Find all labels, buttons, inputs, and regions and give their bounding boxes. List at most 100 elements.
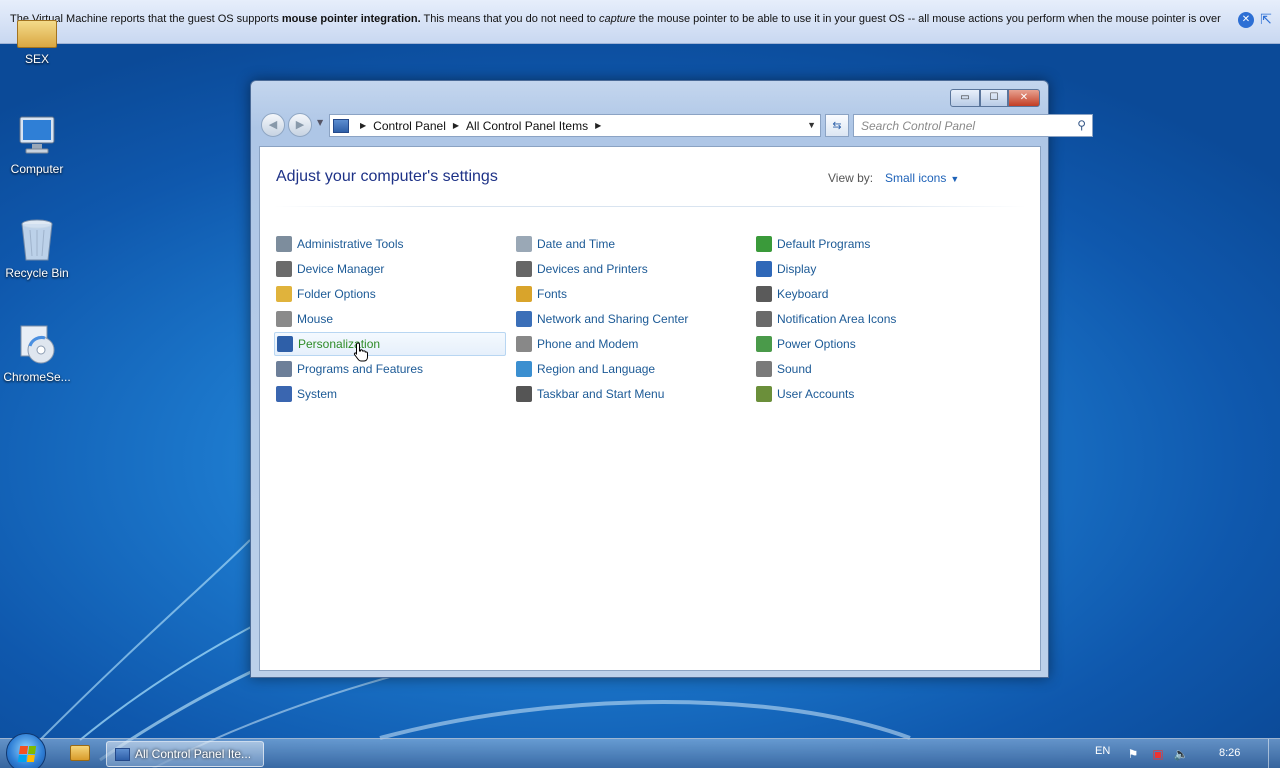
keyboard-icon — [756, 286, 772, 302]
view-by-dropdown[interactable]: Small icons ▼ — [885, 171, 959, 185]
control-panel-item[interactable]: Mouse — [274, 307, 506, 331]
control-panel-item[interactable]: System — [274, 382, 506, 406]
recycle-bin-icon — [15, 218, 59, 262]
folder-icon — [17, 20, 57, 48]
users-icon — [756, 386, 772, 402]
control-panel-item[interactable]: Keyboard — [754, 282, 986, 306]
breadcrumb-all-control-panel-items[interactable]: All Control Panel Items — [466, 119, 588, 133]
control-panel-item[interactable]: Display — [754, 257, 986, 281]
maximize-button[interactable]: ☐ — [980, 89, 1008, 107]
desktop-icon-computer[interactable]: Computer — [0, 114, 74, 176]
back-button[interactable]: ◀ — [261, 113, 285, 137]
divider — [274, 206, 1026, 207]
control-panel-item-label: Network and Sharing Center — [537, 312, 689, 326]
control-panel-item-label: Date and Time — [537, 237, 616, 251]
control-panel-item[interactable]: Programs and Features — [274, 357, 506, 381]
phone-icon — [516, 336, 532, 352]
notification-icon — [756, 311, 772, 327]
navigation-bar: ◀ ▶ ▼ ▶ Control Panel ▶ All Control Pane… — [259, 112, 1093, 138]
search-icon[interactable]: ⚲ — [1077, 118, 1086, 132]
control-panel-item[interactable]: User Accounts — [754, 382, 986, 406]
computer-icon — [15, 114, 59, 158]
recent-pages-dropdown-icon[interactable]: ▼ — [317, 118, 323, 127]
control-panel-item[interactable]: Devices and Printers — [514, 257, 746, 281]
control-panel-item[interactable]: Network and Sharing Center — [514, 307, 746, 331]
search-input[interactable]: Search Control Panel ⚲ — [853, 114, 1093, 137]
control-panel-item[interactable]: Personalization — [274, 332, 506, 356]
control-panel-item[interactable]: Default Programs — [754, 232, 986, 256]
control-panel-item[interactable]: Phone and Modem — [514, 332, 746, 356]
control-panel-item-label: System — [297, 387, 338, 401]
breadcrumb-separator-icon[interactable]: ▶ — [360, 121, 366, 130]
taskbar-item-control-panel[interactable]: All Control Panel Ite... — [106, 741, 264, 767]
folder-options-icon — [276, 286, 292, 302]
breadcrumb-separator-icon[interactable]: ▶ — [453, 121, 459, 130]
breadcrumb-separator-icon[interactable]: ▶ — [595, 121, 601, 130]
caption-buttons: ▭ ☐ ✕ — [950, 89, 1040, 107]
control-panel-item[interactable]: Notification Area Icons — [754, 307, 986, 331]
control-panel-item[interactable]: Power Options — [754, 332, 986, 356]
dismiss-notification-icon[interactable]: ✕ — [1238, 12, 1254, 28]
control-panel-item-label: Display — [777, 262, 817, 276]
control-panel-window: ▭ ☐ ✕ ◀ ▶ ▼ ▶ Control Panel ▶ All Contro… — [250, 80, 1093, 678]
control-panel-item[interactable]: Region and Language — [514, 357, 746, 381]
hand-cursor-icon — [353, 342, 368, 362]
control-panel-item-label: Devices and Printers — [537, 262, 648, 276]
start-button[interactable] — [6, 733, 46, 768]
control-panel-item-label: Programs and Features — [297, 362, 424, 376]
page-title: Adjust your computer's settings — [276, 168, 498, 185]
personalization-icon — [277, 336, 293, 352]
desktop-icon-sex[interactable]: SEX — [0, 18, 74, 66]
control-panel-item[interactable]: Administrative Tools — [274, 232, 506, 256]
network-icon — [516, 311, 532, 327]
taskbar: All Control Panel Ite... EN ⚑ ▣ 🔈 8:26 — [0, 733, 1280, 768]
control-panel-item[interactable]: Taskbar and Start Menu — [514, 382, 746, 406]
volume-icon[interactable]: 🔈 — [1173, 747, 1189, 761]
control-panel-item[interactable]: Date and Time — [514, 232, 746, 256]
admin-tools-icon — [276, 236, 292, 252]
control-panel-item-label: Phone and Modem — [537, 337, 639, 351]
forward-button[interactable]: ▶ — [288, 113, 312, 137]
clock[interactable]: 8:26 — [1219, 747, 1240, 759]
view-by-label: View by: — [828, 171, 874, 185]
show-desktop-button[interactable] — [1268, 739, 1280, 768]
action-center-flag-icon[interactable]: ⚑ — [1125, 747, 1141, 761]
refresh-button[interactable]: ⇆ — [825, 114, 849, 137]
power-icon — [756, 336, 772, 352]
desktop-icon-label: Computer — [10, 162, 64, 176]
desktop-icon-chromesetup[interactable]: ChromeSe... — [0, 322, 74, 384]
control-panel-item[interactable]: Device Manager — [274, 257, 506, 281]
address-dropdown-icon[interactable]: ▼ — [807, 120, 816, 130]
address-bar[interactable]: ▶ Control Panel ▶ All Control Panel Item… — [329, 114, 821, 137]
installer-icon — [15, 322, 59, 366]
language-indicator[interactable]: EN — [1095, 745, 1110, 757]
desktop-icon-recycle-bin[interactable]: Recycle Bin — [0, 218, 74, 280]
mouse-integration-icon[interactable]: ⇱ — [1258, 12, 1274, 28]
close-button[interactable]: ✕ — [1008, 89, 1040, 107]
control-panel-icon — [333, 118, 349, 133]
display-icon — [756, 261, 772, 277]
default-programs-icon — [756, 236, 772, 252]
desktop-icon-label: ChromeSe... — [3, 370, 71, 384]
control-panel-item-label: Keyboard — [777, 287, 829, 301]
fonts-icon — [516, 286, 532, 302]
control-panel-item[interactable]: Sound — [754, 357, 986, 381]
control-panel-item-label: Sound — [777, 362, 812, 376]
control-panel-item-label: Notification Area Icons — [777, 312, 897, 326]
desktop-icon-label: Recycle Bin — [5, 266, 69, 280]
breadcrumb-control-panel[interactable]: Control Panel — [373, 119, 446, 133]
globe-icon — [516, 361, 532, 377]
printer-icon — [516, 261, 532, 277]
control-panel-item-label: Device Manager — [297, 262, 385, 276]
windows-logo-icon — [17, 746, 37, 762]
clock-icon — [516, 236, 532, 252]
network-error-icon[interactable]: ▣ — [1150, 747, 1166, 761]
control-panel-item[interactable]: Fonts — [514, 282, 746, 306]
minimize-button[interactable]: ▭ — [950, 89, 980, 107]
explorer-taskbar-icon[interactable] — [70, 745, 90, 761]
control-panel-item[interactable]: Folder Options — [274, 282, 506, 306]
control-panel-item-label: User Accounts — [777, 387, 855, 401]
programs-icon — [276, 361, 292, 377]
mouse-icon — [276, 311, 292, 327]
control-panel-item-label: Default Programs — [777, 237, 871, 251]
